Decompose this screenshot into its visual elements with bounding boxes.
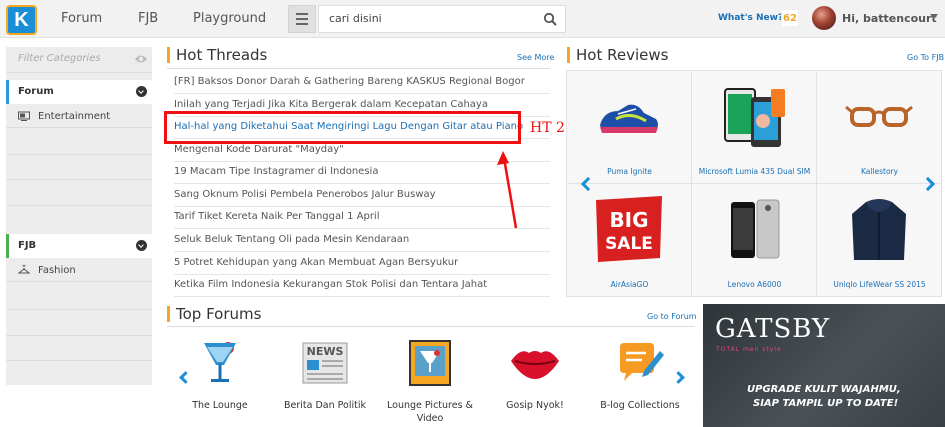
top-navbar: K Forum FJB Playground What's New? 62 Hi… (0, 0, 945, 38)
kaskus-logo[interactable]: K (6, 5, 37, 35)
divider (6, 360, 152, 361)
review-card[interactable]: Kallestory (817, 71, 942, 184)
category-sidebar: Forum Entertainment FJB Fashion (6, 47, 152, 385)
glasses-icon (845, 105, 913, 127)
tv-icon (18, 111, 30, 121)
eye-icon[interactable] (134, 53, 148, 65)
sidebar-item-fashion[interactable]: Fashion (6, 260, 152, 282)
cocktail-icon (204, 342, 236, 382)
thread-link[interactable]: 19 Macam Tipe Instagramer di Indonesia (174, 162, 550, 184)
ad-tagline: UPGRADE KULIT WAJAHMU, (747, 384, 901, 395)
lips-icon (511, 351, 559, 379)
thread-link[interactable]: 5 Potret Kehidupan yang Akan Membuat Aga… (174, 253, 550, 275)
ad-brand: GATSBY (715, 314, 831, 344)
divider (167, 326, 695, 327)
svg-text:NEWS: NEWS (307, 345, 344, 358)
review-card[interactable]: BIG SALE AirAsiaGO (567, 184, 692, 297)
sneaker-icon (600, 104, 658, 133)
review-name: Kallestory (860, 167, 899, 176)
search-icon[interactable] (543, 12, 557, 26)
top-forums-title: Top Forums (167, 306, 261, 322)
go-to-forum-link[interactable]: Go to Forum (647, 312, 697, 321)
forum-name: Gosip Nyok! (506, 400, 564, 411)
review-card[interactable]: Puma Ignite (567, 71, 692, 184)
nav-forum[interactable]: Forum (61, 11, 102, 26)
review-card[interactable]: Microsoft Lumia 435 Dual SIM (692, 71, 817, 184)
annotation-arrow-icon (497, 151, 518, 229)
photo-frame-icon (409, 340, 451, 386)
gatsby-advertisement[interactable]: GATSBY TOTAL men style UPGRADE KULIT WAJ… (703, 304, 945, 427)
review-name: Puma Ignite (607, 167, 652, 176)
nav-playground[interactable]: Playground (193, 11, 266, 26)
forum-name: Lounge Pictures & Video (387, 400, 473, 424)
sidebar-section-label: Forum (18, 86, 54, 97)
sidebar-section-fjb[interactable]: FJB (6, 234, 152, 258)
nav-fjb[interactable]: FJB (138, 11, 158, 26)
see-more-link[interactable]: See More (517, 53, 554, 62)
forum-card[interactable]: NEWS Berita Dan Politik (275, 335, 375, 427)
review-name: Uniqlo LifeWear SS 2015 (833, 280, 926, 289)
divider (6, 335, 152, 336)
news-icon: NEWS (302, 342, 348, 384)
thread-link[interactable]: Ketika Film Indonesia Kekurangan Stok Po… (174, 275, 550, 297)
hanger-icon (18, 265, 30, 274)
blog-pencil-icon (620, 343, 664, 381)
search-box (318, 5, 566, 33)
forum-card[interactable]: The Lounge (170, 335, 270, 427)
svg-text:BIG: BIG (609, 208, 648, 232)
jacket-icon (852, 199, 906, 260)
whats-new-link[interactable]: What's New? (718, 13, 783, 23)
forum-card[interactable]: Lounge Pictures & Video (380, 335, 480, 427)
filter-categories-input[interactable] (18, 53, 128, 64)
notification-count-badge[interactable]: 62 (781, 9, 799, 27)
phone-icon (731, 199, 780, 259)
review-name: Lenovo A6000 (727, 280, 782, 289)
divider (6, 154, 152, 155)
user-avatar[interactable] (812, 6, 836, 30)
sidebar-item-entertainment[interactable]: Entertainment (6, 106, 152, 128)
hot-reviews-title: Hot Reviews (567, 47, 668, 63)
sidebar-section-label: FJB (18, 240, 37, 251)
chevron-down-icon[interactable] (136, 240, 147, 251)
sidebar-section-forum[interactable]: Forum (6, 80, 152, 104)
thread-link[interactable]: Tarif Tiket Kereta Naik Per Tanggal 1 Ap… (174, 207, 550, 229)
forum-name: Berita Dan Politik (284, 400, 366, 411)
review-card[interactable]: Lenovo A6000 (692, 184, 817, 297)
hot-threads-title: Hot Threads (167, 47, 267, 63)
ad-tagline: SIAP TAMPIL UP TO DATE! (753, 398, 899, 409)
chevron-down-icon[interactable] (930, 14, 938, 19)
divider (6, 179, 152, 180)
big-sale-icon: BIG SALE (596, 196, 662, 262)
forum-card[interactable]: Gosip Nyok! (485, 335, 585, 427)
thread-link[interactable]: Sang Oknum Polisi Pembela Penerobos Jalu… (174, 185, 550, 207)
chevron-down-icon[interactable] (136, 86, 147, 97)
highlight-annotation-box (164, 111, 521, 144)
review-card[interactable]: Uniqlo LifeWear SS 2015 (817, 184, 942, 297)
ad-subbrand: TOTAL men style (716, 346, 782, 353)
go-to-fjb-link[interactable]: Go To FJB (907, 53, 944, 62)
review-name: AirAsiaGO (610, 280, 649, 289)
thread-link[interactable]: Seluk Beluk Tentang Oli pada Mesin Kenda… (174, 230, 550, 252)
thread-link[interactable]: [FR] Baksos Donor Darah & Gathering Bare… (174, 72, 550, 94)
filter-categories (6, 47, 152, 73)
user-greeting[interactable]: Hi, battencourt (842, 12, 937, 25)
hot-reviews-grid: Puma Ignite Microsoft Lumia 435 Dual SIM… (566, 70, 942, 297)
hamburger-menu-button[interactable] (288, 5, 316, 33)
sidebar-item-label: Fashion (38, 265, 76, 276)
svg-text:SALE: SALE (605, 234, 653, 254)
forum-name: The Lounge (192, 400, 248, 411)
phone-icon (724, 88, 785, 147)
divider (167, 68, 550, 69)
divider (6, 205, 152, 206)
forum-name: B-log Collections (600, 400, 680, 411)
divider (6, 309, 152, 310)
sidebar-item-label: Entertainment (38, 111, 111, 122)
search-input[interactable] (329, 12, 539, 25)
review-name: Microsoft Lumia 435 Dual SIM (698, 167, 811, 176)
